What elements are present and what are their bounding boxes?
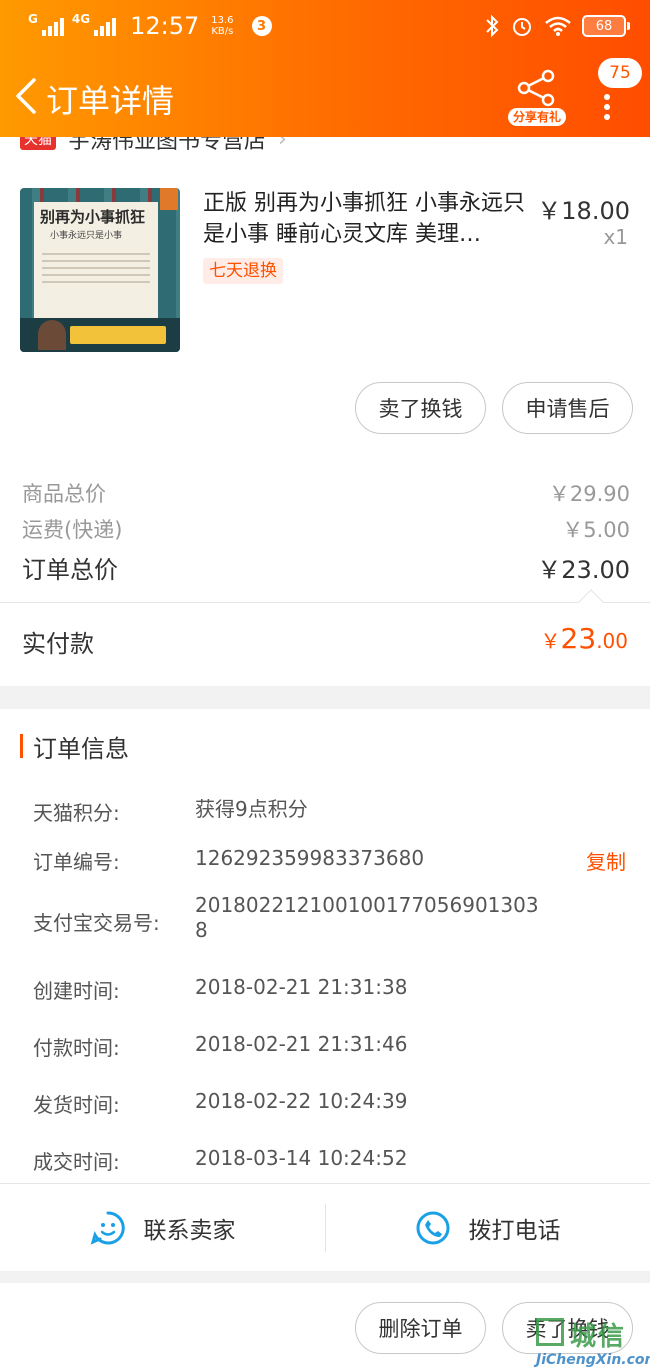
battery-icon: 68: [582, 15, 630, 37]
network-label: 4G: [71, 12, 91, 26]
price-summary: 商品总价 ￥29.90 运费(快递) ￥5.00 订单总价 ￥23.00: [0, 442, 650, 602]
speed-value: 13.6: [211, 15, 234, 26]
after-sale-button[interactable]: 申请售后: [502, 382, 633, 434]
battery-level: 68: [595, 18, 613, 34]
shipping-value: ￥5.00: [562, 518, 630, 542]
signal-icon: [41, 16, 64, 36]
status-bar: G 4G 12:57 13.6 KB/s 3 68: [28, 8, 630, 44]
info-key: 发货时间:: [33, 1093, 120, 1117]
info-value: 获得9点积分: [195, 797, 308, 821]
clock: 12:57: [130, 12, 200, 40]
info-value: 2018022121001001770569013038: [195, 893, 539, 942]
watermark-cn: 城信: [570, 1322, 627, 1352]
info-value: 2018-02-22 10:24:39: [195, 1089, 408, 1113]
network-small-label: G: [28, 12, 38, 26]
order-total-value: ￥23.00: [537, 556, 630, 584]
alarm-icon: [513, 18, 531, 36]
contact-seller-button[interactable]: 联系卖家: [0, 1184, 325, 1272]
product-quantity: x1: [603, 225, 628, 249]
order-total-row: 订单总价 ￥23.00: [22, 550, 630, 585]
return-policy-tag: 七天退换: [203, 258, 283, 284]
product-card: 别再为小事抓狂 小事永远只是小事 正版 别再为小事抓狂 小事永远只是小事 睡前心…: [0, 155, 650, 442]
goods-total-value: ￥29.90: [548, 482, 630, 506]
contact-seller-label: 联系卖家: [143, 1218, 236, 1244]
delete-order-button[interactable]: 删除订单: [355, 1302, 486, 1354]
info-value: 2018-02-21 21:31:38: [195, 975, 408, 999]
page-title: 订单详情: [46, 82, 175, 120]
paid-amount: ￥23.00: [541, 622, 628, 655]
bluetooth-icon: [486, 14, 499, 38]
speed-unit: KB/s: [211, 26, 234, 37]
message-count-badge: 75: [598, 58, 642, 88]
info-value: 2018-02-21 21:31:46: [195, 1032, 408, 1056]
share-button[interactable]: 分享有礼: [508, 68, 566, 126]
back-arrow-icon[interactable]: [12, 76, 42, 116]
paid-decimal: .00: [596, 629, 628, 653]
product-price: ￥18.00: [537, 197, 630, 225]
info-value: 126292359983373680: [195, 846, 425, 870]
order-info-section: 订单信息 天猫积分: 获得9点积分 订单编号: 1262923599833736…: [0, 709, 650, 1183]
cover-portrait: [38, 320, 66, 350]
cover-subtitle: 小事永远只是小事: [50, 231, 123, 241]
watermark-logo: 城信 JiChengXin.com: [528, 1316, 650, 1372]
phone-icon: [416, 1211, 449, 1245]
watermark-en: JiChengXin.com: [536, 1352, 650, 1368]
share-icon: [517, 69, 555, 107]
resell-button[interactable]: 卖了换钱: [355, 382, 486, 434]
paid-row: 实付款 ￥23.00: [0, 602, 650, 686]
paid-label: 实付款: [22, 630, 94, 658]
cover-title: 别再为小事抓狂: [40, 208, 146, 226]
info-key: 创建时间:: [33, 979, 120, 1003]
shipping-row: 运费(快递) ￥5.00: [22, 514, 630, 544]
order-info-heading: 订单信息: [20, 731, 129, 763]
copy-order-number-button[interactable]: 复制: [586, 846, 626, 875]
paid-integer: 23: [560, 622, 597, 655]
info-key: 天猫积分:: [33, 801, 120, 825]
chevron-right-icon: ›: [278, 137, 287, 152]
network-speed: 13.6 KB/s: [211, 15, 233, 37]
goods-total-row: 商品总价 ￥29.90: [22, 478, 630, 508]
share-label: 分享有礼: [508, 108, 566, 126]
contact-bar: 联系卖家 拨打电话: [0, 1183, 650, 1271]
notification-count-badge: 3: [251, 16, 272, 36]
more-menu-button[interactable]: [600, 90, 614, 130]
store-row[interactable]: 天猫 宇涛伟业图书专营店 ›: [0, 137, 650, 155]
tmall-tag: 天猫: [20, 137, 56, 150]
cover-badge: [160, 188, 178, 210]
store-name: 宇涛伟业图书专营店: [68, 137, 267, 154]
cover-text-lines: [42, 248, 150, 288]
header-bar: G 4G 12:57 13.6 KB/s 3 68 订单详情 分享有礼 75: [0, 0, 650, 137]
order-total-label: 订单总价: [22, 556, 118, 584]
signal-icon-2: [94, 16, 117, 36]
order-info-title: 订单信息: [33, 734, 129, 763]
paid-currency: ￥: [540, 629, 561, 653]
call-phone-label: 拨打电话: [468, 1218, 561, 1244]
info-key: 订单编号:: [33, 850, 120, 874]
chat-face-icon: [90, 1211, 125, 1245]
goods-total-label: 商品总价: [22, 482, 106, 506]
divider: [0, 602, 650, 603]
wifi-icon: [545, 16, 571, 36]
nav-bar: 订单详情 分享有礼 75: [0, 58, 650, 130]
call-phone-button[interactable]: 拨打电话: [325, 1184, 650, 1272]
info-key: 付款时间:: [33, 1036, 120, 1060]
product-image[interactable]: 别再为小事抓狂 小事永远只是小事: [20, 188, 180, 352]
info-key: 成交时间:: [33, 1150, 120, 1174]
shipping-label: 运费(快递): [22, 518, 123, 542]
product-title[interactable]: 正版 别再为小事抓狂 小事永远只是小事 睡前心灵文库 美理…: [203, 188, 525, 250]
info-value: 2018-03-14 10:24:52: [195, 1146, 408, 1170]
info-key: 支付宝交易号:: [33, 911, 160, 935]
